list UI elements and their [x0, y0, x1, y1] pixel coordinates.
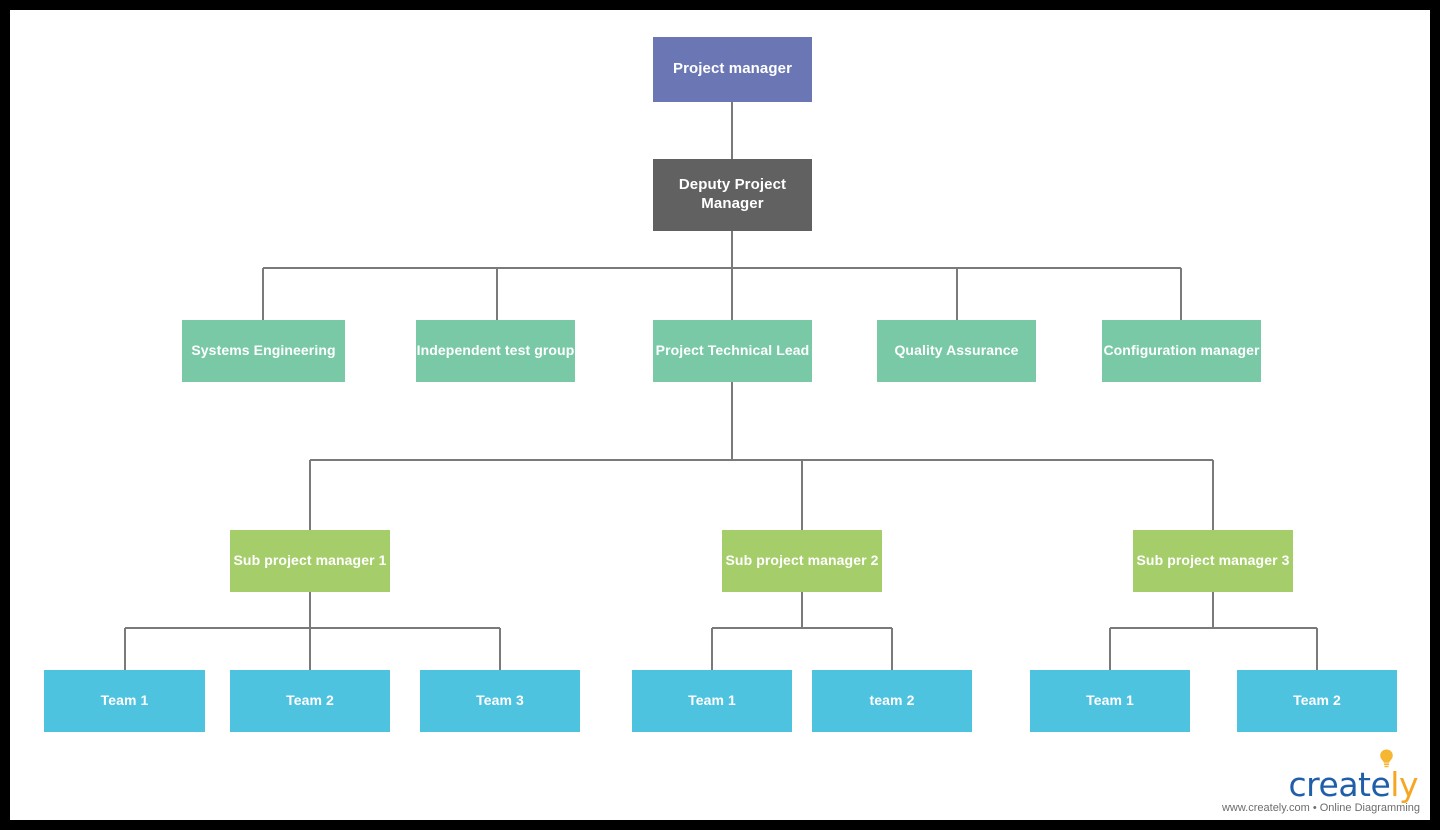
node-label: Team 2 — [286, 692, 334, 709]
diagram-page: Project manager Deputy Project Manager S… — [10, 10, 1430, 820]
node-sub2-team-1[interactable]: Team 1 — [632, 670, 792, 732]
node-project-manager[interactable]: Project manager — [653, 37, 812, 102]
node-label: Deputy Project Manager — [678, 176, 787, 212]
node-label: Team 1 — [100, 692, 149, 709]
node-label: team 2 — [869, 692, 915, 709]
node-sub3-team-2[interactable]: Team 2 — [1237, 670, 1397, 732]
lightbulb-icon — [1380, 749, 1393, 768]
node-label: Configuration manager — [1103, 342, 1260, 359]
node-label: Sub project manager 3 — [1136, 552, 1290, 569]
node-sub1-team-3[interactable]: Team 3 — [420, 670, 580, 732]
node-sub-project-manager-1[interactable]: Sub project manager 1 — [230, 530, 390, 592]
node-label: Team 3 — [476, 692, 524, 709]
node-project-technical-lead[interactable]: Project Technical Lead — [653, 320, 812, 382]
node-label: Quality Assurance — [894, 342, 1019, 359]
node-label: Project manager — [672, 60, 793, 78]
screenshot-canvas: Project manager Deputy Project Manager S… — [0, 0, 1440, 830]
node-label: Project Technical Lead — [655, 342, 810, 359]
node-label: Team 1 — [1086, 692, 1134, 709]
creately-watermark: creately www.creately.com • Online Diagr… — [1222, 749, 1420, 814]
node-sub-project-manager-3[interactable]: Sub project manager 3 — [1133, 530, 1293, 592]
node-sub1-team-1[interactable]: Team 1 — [44, 670, 205, 732]
node-label: Systems Engineering — [191, 342, 336, 359]
node-systems-engineering[interactable]: Systems Engineering — [182, 320, 345, 382]
creately-logo: creately — [1288, 749, 1420, 804]
node-sub1-team-2[interactable]: Team 2 — [230, 670, 390, 732]
node-label: Team 1 — [688, 692, 736, 709]
node-sub-project-manager-2[interactable]: Sub project manager 2 — [722, 530, 882, 592]
node-deputy-project-manager[interactable]: Deputy Project Manager — [653, 159, 812, 231]
node-label: Sub project manager 1 — [233, 552, 387, 569]
node-sub2-team-2[interactable]: team 2 — [812, 670, 972, 732]
node-sub3-team-1[interactable]: Team 1 — [1030, 670, 1190, 732]
logo-text-ly: ly — [1390, 765, 1418, 804]
node-label: Independent test group — [416, 342, 575, 359]
node-configuration-manager[interactable]: Configuration manager — [1102, 320, 1261, 382]
node-independent-test-group[interactable]: Independent test group — [416, 320, 575, 382]
node-label: Sub project manager 2 — [725, 552, 879, 569]
node-quality-assurance[interactable]: Quality Assurance — [877, 320, 1036, 382]
logo-text-e: e — [1370, 765, 1391, 804]
logo-text-creat: creat — [1288, 765, 1371, 804]
node-label: Team 2 — [1293, 692, 1341, 709]
